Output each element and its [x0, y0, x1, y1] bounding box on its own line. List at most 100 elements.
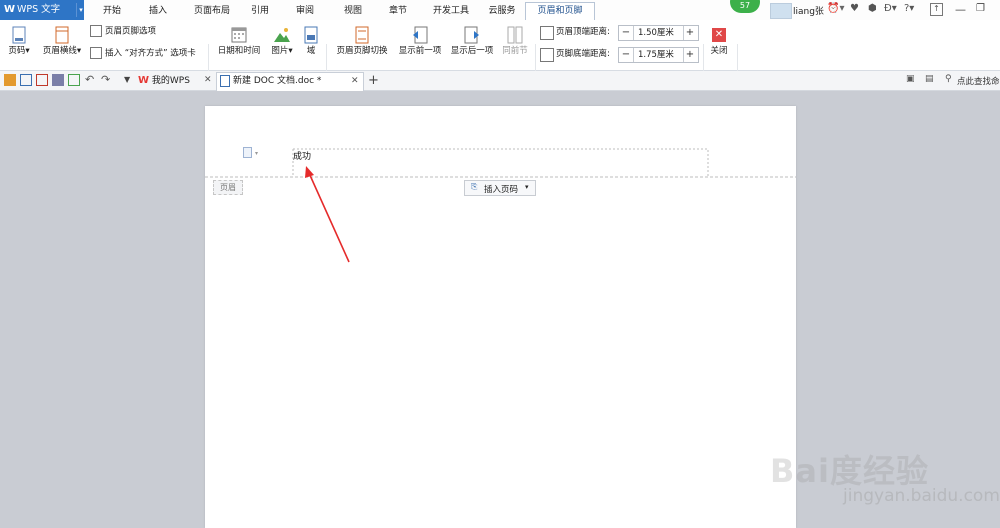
close-icon: ✕ — [712, 28, 726, 42]
close-label: 关闭 — [710, 46, 728, 56]
show-prev-label: 显示前一项 — [398, 46, 442, 56]
date-time-button[interactable]: 日期和时间 — [215, 26, 263, 57]
settings-icon[interactable]: ⬢ — [868, 3, 877, 14]
print-icon[interactable] — [52, 74, 64, 86]
customize-dropdown-icon[interactable]: ▼ — [124, 74, 136, 86]
header-line-icon — [55, 26, 69, 44]
header-footer-switch-label: 页眉页脚切换 — [336, 46, 388, 56]
tab-current-document[interactable]: 新建 DOC 文档.doc * ✕ — [216, 72, 364, 91]
open-folder-icon[interactable] — [4, 74, 16, 86]
tab-review[interactable]: 审阅 — [290, 3, 320, 20]
notification-badge[interactable]: 57 — [730, 0, 760, 13]
decrement-button[interactable]: − — [619, 48, 633, 62]
show-next-label: 显示后一项 — [450, 46, 494, 56]
footer-distance-icon — [540, 48, 554, 62]
field-button[interactable]: 域 — [302, 26, 320, 57]
minimize-icon[interactable]: — — [955, 3, 966, 16]
tab-cloud[interactable]: 云服务 — [482, 3, 522, 20]
header-footer-switch-button[interactable]: 页眉页脚切换 — [333, 26, 391, 57]
tab-my-wps[interactable]: W 我的WPS ✕ — [138, 72, 216, 90]
watermark-url: jingyan.baidu.com — [843, 486, 1000, 506]
chevron-down-icon[interactable]: ▾ — [76, 3, 85, 17]
print-preview-icon[interactable] — [68, 74, 80, 86]
footer-bottom-distance-label: 页脚底端距离: — [556, 49, 610, 59]
close-tab-icon[interactable]: ✕ — [351, 73, 359, 90]
link-section-icon — [507, 26, 523, 44]
annotation-arrow — [305, 166, 350, 263]
header-line-button[interactable]: 页眉横线▾ — [38, 26, 86, 57]
collapse-ribbon-icon[interactable]: ▤ — [925, 74, 934, 84]
comment-icon[interactable]: ▣ — [906, 74, 915, 84]
field-label: 域 — [306, 46, 316, 56]
insert-tab-icon — [90, 47, 102, 59]
tab-current-document-label: 新建 DOC 文档.doc * — [233, 76, 322, 86]
page-number-icon — [12, 26, 26, 44]
decrement-button[interactable]: − — [619, 26, 633, 40]
header-top-distance-stepper[interactable]: − 1.50厘米 + — [618, 25, 699, 41]
app-name: WPS 文字 — [17, 4, 61, 15]
next-icon — [464, 26, 479, 44]
save-icon[interactable] — [20, 74, 32, 86]
picture-label: 图片 — [271, 46, 289, 56]
alarm-icon[interactable]: ⏰▾ — [827, 3, 844, 14]
new-tab-button[interactable]: + — [368, 72, 379, 89]
close-header-footer-button[interactable]: ✕ 关闭 — [708, 26, 730, 57]
ribbon: 页码▾ 页眉横线▾ 页眉页脚选项 插入 “对齐方式” 选项卡 日期和时间 图片▾… — [0, 20, 1000, 86]
picture-icon — [274, 28, 290, 42]
document-page[interactable]: ▾ 成功 页眉 ⎘ 插入页码 ▾ — [205, 106, 796, 528]
footer-bottom-distance-input[interactable]: 1.75厘米 — [633, 48, 684, 62]
picture-button[interactable]: 图片▾ — [268, 26, 296, 57]
tab-home[interactable]: 开始 — [97, 3, 127, 20]
same-as-previous-button[interactable]: 同前节 — [500, 26, 530, 57]
header-line-label: 页眉横线 — [42, 46, 77, 56]
avatar[interactable] — [770, 3, 792, 19]
field-icon — [304, 26, 318, 44]
export-pdf-icon[interactable] — [36, 74, 48, 86]
same-as-previous-label: 同前节 — [502, 46, 528, 56]
search-input[interactable]: 点此查找命 — [957, 75, 1000, 87]
page-number-button[interactable]: 页码▾ — [4, 26, 34, 57]
redo-icon[interactable]: ↷ — [101, 74, 113, 86]
header-top-distance-input[interactable]: 1.50厘米 — [633, 26, 684, 40]
header-distance-icon — [540, 26, 554, 40]
tab-header-footer[interactable]: 页眉和页脚 — [525, 2, 595, 21]
date-time-label: 日期和时间 — [217, 46, 261, 56]
tab-my-wps-label: 我的WPS — [151, 76, 190, 86]
tab-chapter[interactable]: 章节 — [383, 3, 413, 20]
quick-access-tab-bar: ↶ ↷ ▼ W 我的WPS ✕ 新建 DOC 文档.doc * ✕ + ▣ ▤ … — [0, 71, 1000, 91]
increment-button[interactable]: + — [683, 26, 697, 40]
title-menu-bar: W WPS 文字 ▾ 开始 插入 页面布局 引用 审阅 视图 章节 开发工具 云… — [0, 0, 1000, 21]
doc-icon — [220, 74, 230, 87]
calendar-icon — [231, 27, 247, 43]
help-icon[interactable]: ?▾ — [904, 3, 914, 14]
switch-icon — [355, 26, 369, 44]
previous-icon — [413, 26, 428, 44]
footer-bottom-distance-stepper[interactable]: − 1.75厘米 + — [618, 47, 699, 63]
header-top-distance-label: 页眉顶端距离: — [556, 27, 610, 37]
tab-developer[interactable]: 开发工具 — [427, 3, 475, 20]
search-icon: ⚲ — [945, 74, 952, 84]
share-icon[interactable]: Ð▾ — [884, 3, 897, 14]
restore-icon[interactable]: ❐ — [976, 3, 985, 14]
wps-app-menu[interactable]: W WPS 文字 ▾ — [0, 0, 84, 20]
header-footer-options-button[interactable]: 页眉页脚选项 — [90, 25, 156, 38]
skin-icon[interactable]: ♥ — [850, 3, 859, 14]
close-tab-icon[interactable]: ✕ — [204, 72, 212, 89]
header-footer-options-label: 页眉页脚选项 — [105, 26, 157, 37]
options-icon — [90, 25, 102, 37]
show-prev-button[interactable]: 显示前一项 — [396, 26, 444, 57]
tab-insert[interactable]: 插入 — [143, 3, 173, 20]
show-next-button[interactable]: 显示后一项 — [448, 26, 496, 57]
wps-w-icon: W — [138, 75, 150, 86]
increment-button[interactable]: + — [683, 48, 697, 62]
upload-icon[interactable]: ↑ — [930, 3, 943, 16]
user-name[interactable]: liang张 — [793, 4, 824, 17]
wps-logo-icon: W — [4, 4, 16, 15]
tab-references[interactable]: 引用 — [245, 3, 275, 20]
tab-page-layout[interactable]: 页面布局 — [187, 3, 237, 20]
tab-view[interactable]: 视图 — [338, 3, 368, 20]
undo-icon[interactable]: ↶ — [85, 74, 97, 86]
insert-align-tab-label: 插入 “对齐方式” 选项卡 — [105, 48, 196, 59]
insert-align-tab-button[interactable]: 插入 “对齐方式” 选项卡 — [90, 47, 196, 60]
page-number-label: 页码 — [8, 46, 26, 56]
